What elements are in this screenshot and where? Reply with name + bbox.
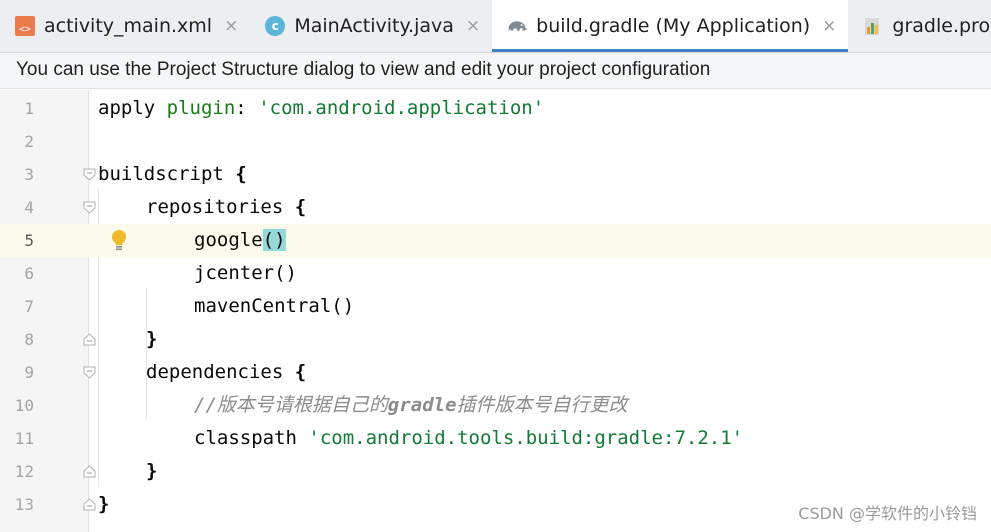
fold-end-icon[interactable] <box>83 333 96 346</box>
code-text: } <box>146 328 158 350</box>
editor-tab-bar: <> activity_main.xml × c MainActivity.ja… <box>0 0 991 53</box>
tab-label: build.gradle (My Application) <box>536 15 811 37</box>
code-line-11[interactable]: 11 classpath 'com.android.tools.build:gr… <box>0 422 991 455</box>
code-line-10[interactable]: 10 //版本号请根据自己的gradle插件版本号自行更改 <box>0 389 991 422</box>
java-class-icon: c <box>264 15 286 37</box>
code-text: } <box>146 460 158 482</box>
line-number: 11 <box>14 429 34 448</box>
line-number: 2 <box>24 132 34 151</box>
line-number: 1 <box>24 99 34 118</box>
code-line-9[interactable]: 9 dependencies { <box>0 356 991 389</box>
tab-label: gradle.properties <box>892 15 991 37</box>
matched-parens: () <box>262 229 286 251</box>
code-text: buildscript { <box>98 163 247 185</box>
fold-collapse-icon[interactable] <box>83 366 96 379</box>
code-text: repositories { <box>146 196 307 218</box>
properties-file-icon <box>862 15 884 37</box>
line-number: 10 <box>14 396 34 415</box>
line-number: 5 <box>24 231 34 250</box>
code-text: dependencies { <box>146 361 307 383</box>
code-text: } <box>98 493 110 515</box>
code-editor[interactable]: 1 apply plugin: 'com.android.application… <box>0 90 991 532</box>
tab-build-gradle[interactable]: build.gradle (My Application) × <box>492 0 849 52</box>
line-number: 3 <box>24 165 34 184</box>
fold-collapse-icon[interactable] <box>83 168 96 181</box>
gradle-elephant-icon <box>506 15 528 37</box>
code-line-3[interactable]: 3 buildscript { <box>0 158 991 191</box>
notification-text: You can use the Project Structure dialog… <box>16 59 711 80</box>
tab-mainactivity-java[interactable]: c MainActivity.java × <box>250 0 492 52</box>
line-number: 6 <box>24 264 34 283</box>
code-line-5[interactable]: 5 google() <box>0 224 991 257</box>
code-text: google() <box>194 229 286 251</box>
code-line-1[interactable]: 1 apply plugin: 'com.android.application… <box>0 92 991 125</box>
line-number: 12 <box>14 462 34 481</box>
tab-label: activity_main.xml <box>44 15 213 37</box>
tab-label: MainActivity.java <box>294 15 454 37</box>
code-line-8[interactable]: 8 } <box>0 323 991 356</box>
lightbulb-intention-icon[interactable] <box>109 229 129 253</box>
code-text: classpath 'com.android.tools.build:gradl… <box>194 427 744 449</box>
watermark: CSDN @学软件的小铃铛 <box>798 504 977 523</box>
line-number: 7 <box>24 297 34 316</box>
close-icon[interactable]: × <box>822 16 836 36</box>
xml-file-icon: <> <box>14 15 36 37</box>
tab-gradle-properties[interactable]: gradle.properties <box>848 0 991 52</box>
line-number: 8 <box>24 330 34 349</box>
fold-collapse-icon[interactable] <box>83 201 96 214</box>
fold-end-icon[interactable] <box>83 498 96 511</box>
line-number: 9 <box>24 363 34 382</box>
code-line-2[interactable]: 2 <box>0 125 991 158</box>
code-comment: //版本号请根据自己的gradle插件版本号自行更改 <box>194 394 628 416</box>
close-icon[interactable]: × <box>224 16 238 36</box>
tab-activity-main-xml[interactable]: <> activity_main.xml × <box>0 0 250 52</box>
close-icon[interactable]: × <box>466 16 480 36</box>
line-number: 13 <box>14 495 34 514</box>
line-number: 4 <box>24 198 34 217</box>
fold-end-icon[interactable] <box>83 465 96 478</box>
code-line-6[interactable]: 6 jcenter() <box>0 257 991 290</box>
code-text: mavenCentral() <box>194 295 355 317</box>
code-text: jcenter() <box>194 262 297 284</box>
code-line-4[interactable]: 4 repositories { <box>0 191 991 224</box>
code-line-12[interactable]: 12 } <box>0 455 991 488</box>
code-text: apply plugin: 'com.android.application' <box>98 97 545 119</box>
project-structure-notification: You can use the Project Structure dialog… <box>0 53 991 89</box>
code-line-7[interactable]: 7 mavenCentral() <box>0 290 991 323</box>
